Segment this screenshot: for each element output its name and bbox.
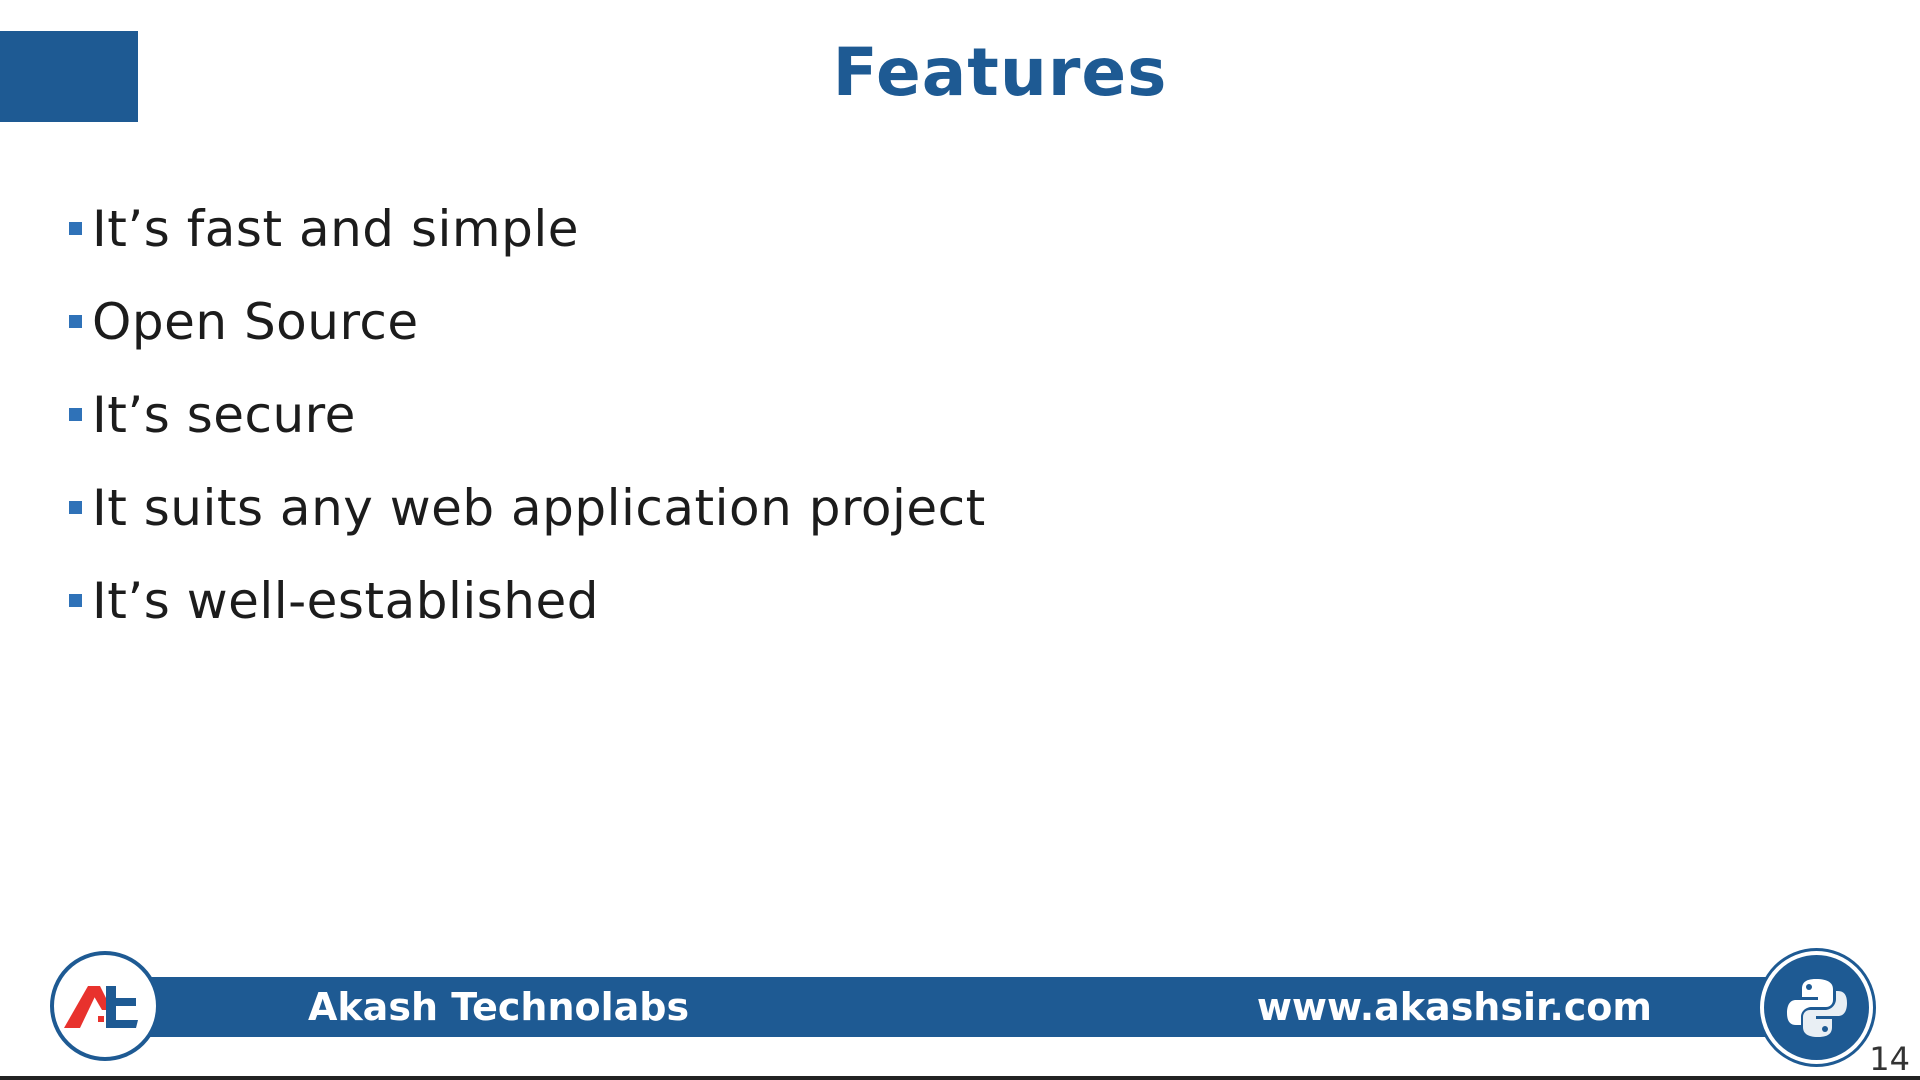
square-bullet-icon xyxy=(69,408,82,421)
akash-logo-mark xyxy=(64,986,138,1028)
python-logo-mark xyxy=(1786,978,1847,1037)
python-logo-icon xyxy=(1760,951,1873,1064)
footer-website-url: www.akashsir.com xyxy=(1256,985,1652,1029)
feature-list: It’s fast and simple Open Source It’s se… xyxy=(69,182,986,647)
bullet-text: Open Source xyxy=(92,292,419,351)
list-item: It’s fast and simple xyxy=(69,182,986,275)
square-bullet-icon xyxy=(69,315,82,328)
list-item: It’s well-established xyxy=(69,554,986,647)
akash-technolabs-logo-icon xyxy=(50,951,160,1061)
bottom-divider xyxy=(0,1076,1920,1080)
square-bullet-icon xyxy=(69,594,82,607)
list-item: Open Source xyxy=(69,275,986,368)
footer-company-name: Akash Technolabs xyxy=(308,985,690,1029)
square-bullet-icon xyxy=(69,222,82,235)
bullet-text: It’s well-established xyxy=(92,571,599,630)
list-item: It suits any web application project xyxy=(69,461,986,554)
list-item: It’s secure xyxy=(69,368,986,461)
bullet-text: It’s fast and simple xyxy=(92,199,579,258)
bullet-text: It’s secure xyxy=(92,385,356,444)
slide-title: Features xyxy=(832,34,1168,111)
bullet-text: It suits any web application project xyxy=(92,478,986,537)
square-bullet-icon xyxy=(69,501,82,514)
page-number: 14 xyxy=(1869,1040,1910,1078)
